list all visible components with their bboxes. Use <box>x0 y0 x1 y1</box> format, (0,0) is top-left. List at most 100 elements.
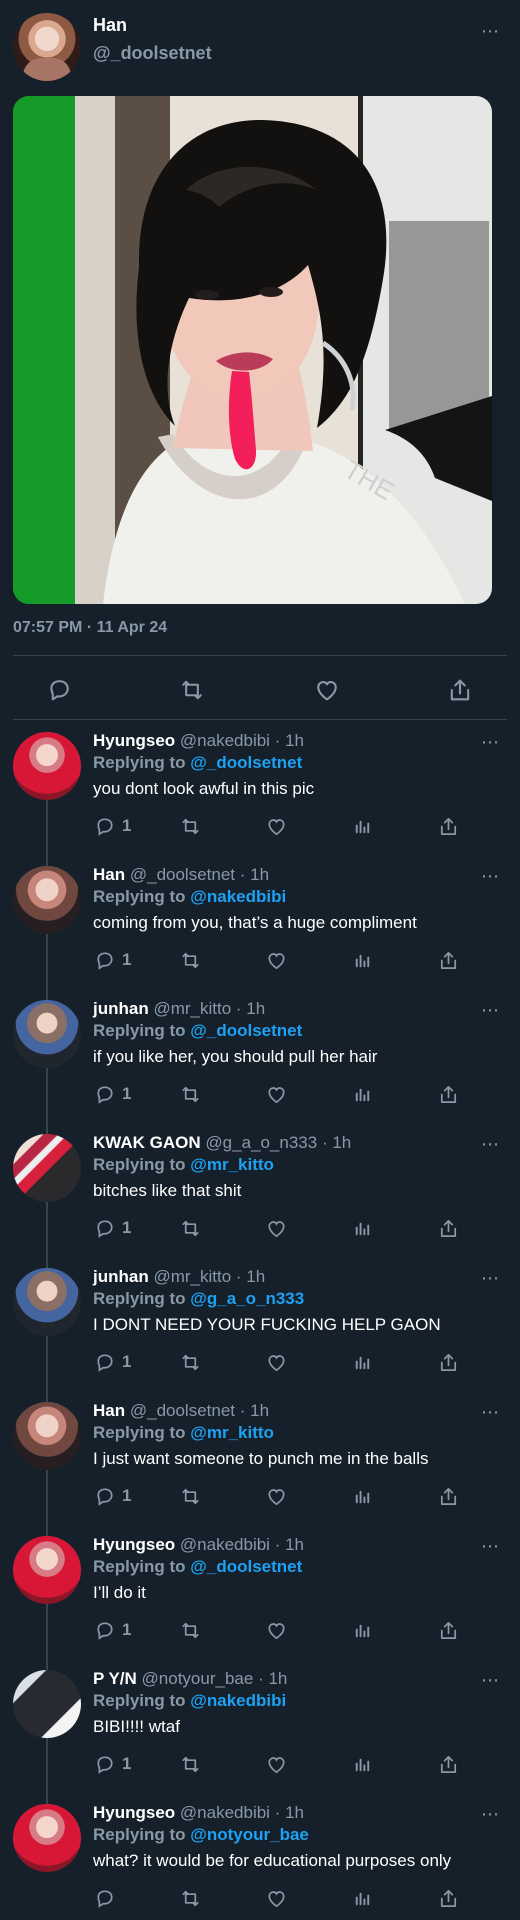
reply-icon[interactable] <box>93 1887 116 1910</box>
reply-tweet[interactable]: junhan @mr_kitto · 1h ⋯ Replying to @_do… <box>0 988 520 1122</box>
avatar[interactable] <box>13 1670 81 1738</box>
author-handle[interactable]: @nakedbibi <box>180 1535 270 1554</box>
author-handle[interactable]: @mr_kitto <box>153 1267 231 1286</box>
share-icon[interactable] <box>437 1485 460 1508</box>
share-icon[interactable] <box>437 949 460 972</box>
author-name[interactable]: Han <box>93 1401 125 1420</box>
share-icon[interactable] <box>437 1351 460 1374</box>
author-handle[interactable]: @_doolsetnet <box>130 1401 235 1420</box>
share-icon[interactable] <box>437 815 460 838</box>
mention-link[interactable]: @_doolsetnet <box>190 753 302 772</box>
reply-tweet[interactable]: Han @_doolsetnet · 1h ⋯ Replying to @nak… <box>0 854 520 988</box>
reply-icon[interactable] <box>93 815 116 838</box>
reply-icon[interactable] <box>93 1083 116 1106</box>
analytics-icon[interactable] <box>351 1485 374 1508</box>
retweet-icon[interactable] <box>179 1217 202 1240</box>
reply-icon[interactable] <box>93 1485 116 1508</box>
like-icon[interactable] <box>265 1619 288 1642</box>
mention-link[interactable]: @nakedbibi <box>190 887 286 906</box>
reply-tweet[interactable]: P Y/N @notyour_bae · 1h ⋯ Replying to @n… <box>0 1658 520 1792</box>
author-handle[interactable]: @g_a_o_n333 <box>205 1133 317 1152</box>
like-icon[interactable] <box>313 676 341 704</box>
more-icon[interactable]: ⋯ <box>481 1671 500 1689</box>
mention-link[interactable]: @mr_kitto <box>190 1155 274 1174</box>
more-icon[interactable]: ⋯ <box>481 867 500 885</box>
avatar[interactable] <box>13 866 81 934</box>
avatar[interactable] <box>13 732 81 800</box>
more-icon[interactable]: ⋯ <box>481 22 500 40</box>
avatar[interactable] <box>13 13 81 81</box>
reply-tweet[interactable]: junhan @mr_kitto · 1h ⋯ Replying to @g_a… <box>0 1256 520 1390</box>
share-icon[interactable] <box>437 1887 460 1910</box>
retweet-icon[interactable] <box>179 1753 202 1776</box>
reply-tweet[interactable]: Hyungseo @nakedbibi · 1h ⋯ Replying to @… <box>0 720 520 854</box>
like-icon[interactable] <box>265 815 288 838</box>
retweet-icon[interactable] <box>179 949 202 972</box>
reply-icon[interactable] <box>93 949 116 972</box>
author-handle[interactable]: @_doolsetnet <box>130 865 235 884</box>
more-icon[interactable]: ⋯ <box>481 1269 500 1287</box>
like-icon[interactable] <box>265 1083 288 1106</box>
retweet-icon[interactable] <box>179 1083 202 1106</box>
more-icon[interactable]: ⋯ <box>481 1537 500 1555</box>
reply-icon[interactable] <box>93 1619 116 1642</box>
retweet-icon[interactable] <box>179 1887 202 1910</box>
author-handle[interactable]: @nakedbibi <box>180 1803 270 1822</box>
share-icon[interactable] <box>446 676 474 704</box>
reply-tweet[interactable]: Hyungseo @nakedbibi · 1h ⋯ Replying to @… <box>0 1524 520 1658</box>
reply-icon[interactable] <box>93 1351 116 1374</box>
like-icon[interactable] <box>265 1217 288 1240</box>
share-icon[interactable] <box>437 1753 460 1776</box>
analytics-icon[interactable] <box>351 1619 374 1642</box>
more-icon[interactable]: ⋯ <box>481 1403 500 1421</box>
reply-tweet[interactable]: Han @_doolsetnet · 1h ⋯ Replying to @mr_… <box>0 1390 520 1524</box>
retweet-icon[interactable] <box>179 815 202 838</box>
mention-link[interactable]: @nakedbibi <box>190 1691 286 1710</box>
reply-icon[interactable] <box>93 1753 116 1776</box>
tweet-photo[interactable]: THE <box>13 96 492 604</box>
author-name[interactable]: Hyungseo <box>93 731 175 750</box>
reply-icon[interactable] <box>93 1217 116 1240</box>
like-icon[interactable] <box>265 1887 288 1910</box>
author-name[interactable]: Han <box>93 865 125 884</box>
retweet-icon[interactable] <box>178 676 206 704</box>
author-name[interactable]: Han <box>93 15 127 36</box>
mention-link[interactable]: @_doolsetnet <box>190 1021 302 1040</box>
analytics-icon[interactable] <box>351 815 374 838</box>
share-icon[interactable] <box>437 1083 460 1106</box>
reply-icon[interactable] <box>45 676 73 704</box>
mention-link[interactable]: @notyour_bae <box>190 1825 309 1844</box>
share-icon[interactable] <box>437 1217 460 1240</box>
mention-link[interactable]: @g_a_o_n333 <box>190 1289 304 1308</box>
like-icon[interactable] <box>265 949 288 972</box>
retweet-icon[interactable] <box>179 1485 202 1508</box>
retweet-icon[interactable] <box>179 1619 202 1642</box>
more-icon[interactable]: ⋯ <box>481 1135 500 1153</box>
analytics-icon[interactable] <box>351 1351 374 1374</box>
avatar[interactable] <box>13 1268 81 1336</box>
author-handle[interactable]: @mr_kitto <box>153 999 231 1018</box>
author-name[interactable]: P Y/N <box>93 1669 137 1688</box>
avatar[interactable] <box>13 1536 81 1604</box>
author-name[interactable]: junhan <box>93 999 149 1018</box>
like-icon[interactable] <box>265 1485 288 1508</box>
author-name[interactable]: Hyungseo <box>93 1803 175 1822</box>
reply-tweet[interactable]: Hyungseo @nakedbibi · 1h ⋯ Replying to @… <box>0 1792 520 1920</box>
analytics-icon[interactable] <box>351 1753 374 1776</box>
reply-tweet[interactable]: KWAK GAON @g_a_o_n333 · 1h ⋯ Replying to… <box>0 1122 520 1256</box>
author-handle[interactable]: @_doolsetnet <box>93 43 212 64</box>
like-icon[interactable] <box>265 1351 288 1374</box>
retweet-icon[interactable] <box>179 1351 202 1374</box>
analytics-icon[interactable] <box>351 949 374 972</box>
author-name[interactable]: KWAK GAON <box>93 1133 201 1152</box>
more-icon[interactable]: ⋯ <box>481 1805 500 1823</box>
analytics-icon[interactable] <box>351 1083 374 1106</box>
more-icon[interactable]: ⋯ <box>481 733 500 751</box>
more-icon[interactable]: ⋯ <box>481 1001 500 1019</box>
author-handle[interactable]: @nakedbibi <box>180 731 270 750</box>
author-name[interactable]: junhan <box>93 1267 149 1286</box>
analytics-icon[interactable] <box>351 1217 374 1240</box>
avatar[interactable] <box>13 1134 81 1202</box>
author-name[interactable]: Hyungseo <box>93 1535 175 1554</box>
avatar[interactable] <box>13 1000 81 1068</box>
